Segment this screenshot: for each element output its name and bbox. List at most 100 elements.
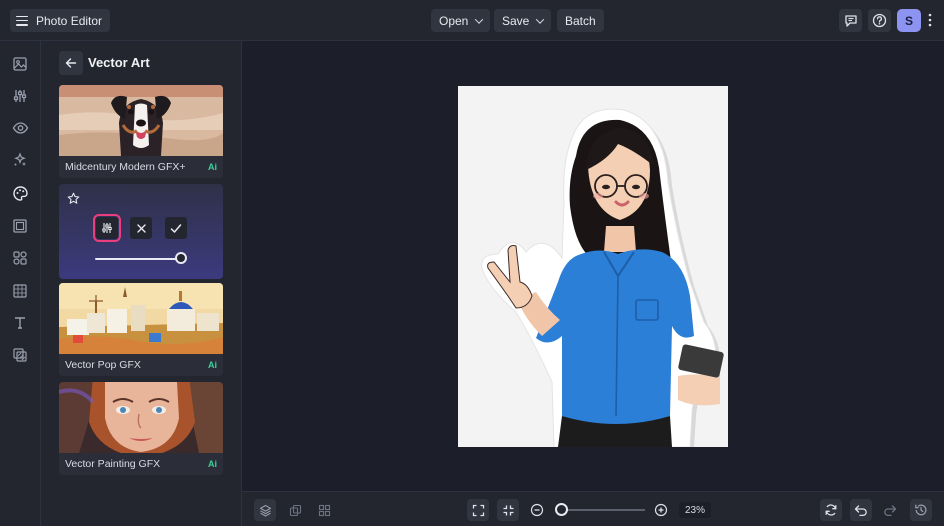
texture-icon: [13, 348, 27, 362]
overlay-icon: [13, 284, 27, 298]
chevron-down-icon: [475, 14, 484, 24]
rail-touch-up[interactable]: [10, 118, 30, 138]
rail-image[interactable]: [10, 54, 30, 74]
adjustments-icon: [13, 90, 27, 102]
canvas-area[interactable]: [242, 41, 944, 491]
cancel-effect-button[interactable]: [130, 217, 152, 239]
compare-button[interactable]: [284, 499, 306, 521]
arrow-left-icon: [65, 58, 77, 68]
rail-text[interactable]: [10, 313, 30, 333]
zoom-in-button[interactable]: [650, 499, 672, 521]
ai-badge: Ai: [208, 360, 217, 370]
frames-icon: [13, 219, 27, 233]
effect-card-caption: Vector Painting GFX Ai: [59, 453, 223, 475]
back-button[interactable]: [59, 51, 83, 75]
compare-icon: [289, 504, 301, 516]
rail-effects[interactable]: [10, 150, 30, 170]
feedback-button[interactable]: [839, 9, 862, 32]
zoom-level-readout[interactable]: 23%: [679, 502, 711, 518]
effect-intensity-slider-thumb[interactable]: [175, 252, 187, 264]
bottom-toolbar: 23%: [242, 491, 944, 526]
zoom-slider-thumb[interactable]: [555, 503, 568, 516]
save-button[interactable]: Save: [494, 9, 552, 32]
more-menu-button[interactable]: [927, 12, 933, 28]
chevron-down-icon: [536, 14, 545, 24]
vector-art-panel: Vector Art Midcentury Modern GFX+ Ai Vec…: [41, 41, 242, 526]
zoom-out-button[interactable]: [526, 499, 548, 521]
effect-card-vector-painting[interactable]: Vector Painting GFX Ai: [59, 382, 223, 475]
effect-card-midcentury[interactable]: Midcentury Modern GFX+ Ai: [59, 85, 223, 178]
effect-card-vector-pop[interactable]: Vector Pop GFX Ai: [59, 283, 223, 376]
rail-adjustments[interactable]: [10, 86, 30, 106]
user-avatar[interactable]: S: [897, 9, 921, 32]
sliders-icon: [102, 223, 112, 233]
actual-size-button[interactable]: [497, 499, 519, 521]
effect-card-label: Midcentury Modern GFX+: [65, 161, 186, 173]
help-button[interactable]: [868, 9, 891, 32]
ai-badge: Ai: [208, 459, 217, 469]
zoom-out-icon: [530, 503, 544, 517]
layers-icon: [259, 504, 271, 517]
rail-graphics[interactable]: [10, 248, 30, 268]
reset-button[interactable]: [820, 499, 842, 521]
help-icon: [872, 13, 887, 28]
undo-button[interactable]: [850, 499, 872, 521]
tool-rail: [0, 41, 41, 526]
star-icon: [67, 192, 80, 204]
effect-thumbnail: [59, 283, 223, 354]
kebab-icon: [928, 13, 932, 27]
panel-title: Vector Art: [88, 55, 150, 70]
hamburger-icon: [16, 15, 28, 26]
ai-badge: Ai: [208, 162, 217, 172]
apply-effect-button[interactable]: [165, 217, 187, 239]
open-label: Open: [439, 13, 469, 28]
edited-photo[interactable]: [458, 86, 728, 447]
effect-card-label: Vector Pop GFX: [65, 359, 141, 371]
grid-icon: [318, 504, 330, 516]
check-icon: [170, 223, 182, 233]
history-button[interactable]: [910, 499, 932, 521]
undo-icon: [854, 505, 867, 517]
rail-frames[interactable]: [10, 216, 30, 236]
expand-icon: [472, 504, 484, 516]
save-label: Save: [502, 13, 530, 28]
vector-art-portrait: [458, 86, 728, 447]
active-effect-controls: [59, 184, 223, 279]
effect-card-caption: Vector Pop GFX Ai: [59, 354, 223, 376]
image-icon: [13, 57, 27, 71]
collapse-icon: [503, 505, 513, 515]
grid-view-button[interactable]: [313, 499, 335, 521]
open-button[interactable]: Open: [431, 9, 491, 32]
close-icon: [136, 223, 146, 233]
rail-textures[interactable]: [10, 345, 30, 365]
rail-overlays[interactable]: [10, 281, 30, 301]
redo-icon: [884, 505, 897, 517]
zoom-slider-track[interactable]: [562, 509, 645, 511]
app-title: Photo Editor: [36, 13, 103, 28]
app-menu-button[interactable]: Photo Editor: [10, 9, 111, 32]
zoom-in-icon: [654, 503, 668, 517]
refresh-icon: [825, 504, 837, 516]
chat-icon: [844, 14, 857, 27]
eye-icon: [12, 122, 28, 134]
history-icon: [915, 504, 927, 516]
batch-button[interactable]: Batch: [557, 9, 604, 32]
artsy-palette-icon: [12, 185, 28, 201]
rail-artsy[interactable]: [10, 183, 30, 203]
top-bar: Photo Editor Open Save Batch S: [0, 0, 944, 41]
effect-intensity-slider-track[interactable]: [95, 258, 181, 260]
graphics-icon: [13, 251, 27, 265]
favorite-button[interactable]: [67, 192, 80, 210]
redo-button[interactable]: [879, 499, 901, 521]
effect-settings-button[interactable]: [93, 214, 121, 242]
photo-editor-app: Photo Editor Open Save Batch S Vector Ar…: [0, 0, 944, 526]
effect-card-caption: Midcentury Modern GFX+ Ai: [59, 156, 223, 178]
batch-label: Batch: [565, 13, 596, 28]
layers-button[interactable]: [254, 499, 276, 521]
effect-thumbnail: [59, 85, 223, 156]
avatar-initial: S: [904, 13, 913, 28]
text-icon: [15, 317, 25, 329]
fit-to-screen-button[interactable]: [467, 499, 489, 521]
effect-thumbnail: [59, 382, 223, 453]
effects-sparkle-icon: [14, 152, 26, 166]
